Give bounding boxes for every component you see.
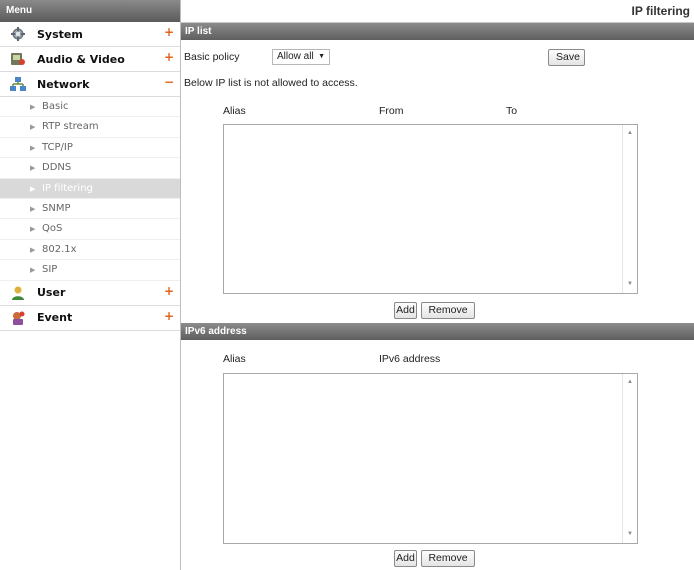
sidebar-item-tcp-ip[interactable]: ▶ TCP/IP (0, 138, 180, 159)
column-header-to: To (506, 105, 518, 117)
scroll-up-icon[interactable]: ▲ (623, 379, 637, 385)
user-icon (12, 286, 24, 300)
sidebar-item-label: IP filtering (42, 182, 93, 194)
menu-group-event[interactable]: Event + (0, 306, 180, 331)
basic-policy-select[interactable]: Allow all ▼ (272, 49, 330, 65)
sidebar-menu: Menu System + Audio & Video + Network − (0, 0, 181, 570)
menu-group-system[interactable]: System + (0, 22, 180, 47)
menu-group-audio-video[interactable]: Audio & Video + (0, 47, 180, 72)
event-icon (13, 311, 25, 325)
arrow-right-icon: ▶ (30, 225, 36, 234)
menu-header: Menu (0, 0, 180, 22)
arrow-right-icon: ▶ (30, 184, 36, 193)
menu-group-label: User (37, 286, 66, 300)
ipv6-list-box[interactable]: ▲ ▼ (223, 373, 638, 544)
scrollbar[interactable]: ▲ ▼ (622, 374, 637, 543)
menu-group-label: Audio & Video (37, 52, 125, 66)
sidebar-item-ddns[interactable]: ▶ DDNS (0, 158, 180, 179)
remove-button[interactable]: Remove (421, 302, 475, 319)
collapse-icon[interactable]: − (164, 75, 174, 89)
arrow-right-icon: ▶ (30, 204, 36, 213)
arrow-right-icon: ▶ (30, 266, 36, 275)
ipv6-panel: Alias IPv6 address ▲ ▼ Add Remove (181, 340, 694, 570)
sidebar-item-label: QoS (42, 223, 63, 235)
sidebar-item-802-1x[interactable]: ▶ 802.1x (0, 240, 180, 261)
column-header-alias: Alias (223, 353, 246, 365)
column-header-ipv6-address: IPv6 address (379, 353, 441, 365)
arrow-right-icon: ▶ (30, 143, 36, 152)
menu-group-user[interactable]: User + (0, 281, 180, 306)
sidebar-item-label: 802.1x (42, 243, 77, 255)
dropdown-arrow-icon: ▼ (318, 53, 325, 60)
section-header-ip-list: IP list (181, 23, 694, 40)
scrollbar[interactable]: ▲ ▼ (622, 125, 637, 293)
column-header-from: From (379, 105, 404, 117)
sidebar-item-label: Basic (42, 101, 69, 112)
expand-icon[interactable]: + (164, 50, 174, 64)
arrow-right-icon: ▶ (30, 123, 36, 132)
sidebar-item-qos[interactable]: ▶ QoS (0, 219, 180, 240)
remove-button[interactable]: Remove (421, 550, 475, 567)
basic-policy-value: Allow all (277, 51, 314, 62)
sidebar-item-label: RTP stream (42, 121, 99, 133)
expand-icon[interactable]: + (164, 284, 174, 298)
menu-group-label: System (37, 27, 83, 41)
system-icon (11, 27, 25, 41)
column-header-alias: Alias (223, 105, 246, 117)
sidebar-item-label: SNMP (42, 202, 71, 214)
sidebar-item-snmp[interactable]: ▶ SNMP (0, 199, 180, 220)
scroll-up-icon[interactable]: ▲ (623, 130, 637, 136)
sidebar-item-rtp-stream[interactable]: ▶ RTP stream (0, 117, 180, 138)
ip-list-note: Below IP list is not allowed to access. (184, 77, 358, 89)
network-icon (10, 77, 26, 91)
sidebar-item-label: SIP (42, 264, 58, 276)
arrow-right-icon: ▶ (30, 103, 36, 111)
sidebar-item-label: TCP/IP (42, 141, 73, 153)
add-button[interactable]: Add (394, 302, 417, 319)
sidebar-item-ip-filtering[interactable]: ▶ IP filtering (0, 178, 180, 199)
audio-video-icon (11, 53, 25, 65)
main-content: IP filtering IP list Basic policy Allow … (181, 0, 694, 570)
sidebar-item-basic[interactable]: ▶ Basic (0, 97, 180, 118)
save-button[interactable]: Save (548, 49, 585, 66)
menu-group-label: Network (37, 77, 90, 91)
expand-icon[interactable]: + (164, 25, 174, 39)
scroll-down-icon[interactable]: ▼ (623, 281, 637, 287)
section-header-ipv6: IPv6 address (181, 323, 694, 340)
sidebar-item-label: DDNS (42, 162, 72, 174)
sidebar-item-sip[interactable]: ▶ SIP (0, 260, 180, 281)
arrow-right-icon: ▶ (30, 164, 36, 173)
basic-policy-label: Basic policy (184, 51, 240, 63)
menu-group-label: Event (37, 311, 73, 325)
ip-list-box[interactable]: ▲ ▼ (223, 124, 638, 294)
add-button[interactable]: Add (394, 550, 417, 567)
expand-icon[interactable]: + (164, 309, 174, 323)
menu-group-network[interactable]: Network − (0, 72, 180, 97)
arrow-right-icon: ▶ (30, 245, 36, 254)
scroll-down-icon[interactable]: ▼ (623, 531, 637, 537)
ip-list-panel: Basic policy Allow all ▼ Save Below IP l… (181, 40, 694, 323)
page-title: IP filtering (181, 0, 694, 23)
